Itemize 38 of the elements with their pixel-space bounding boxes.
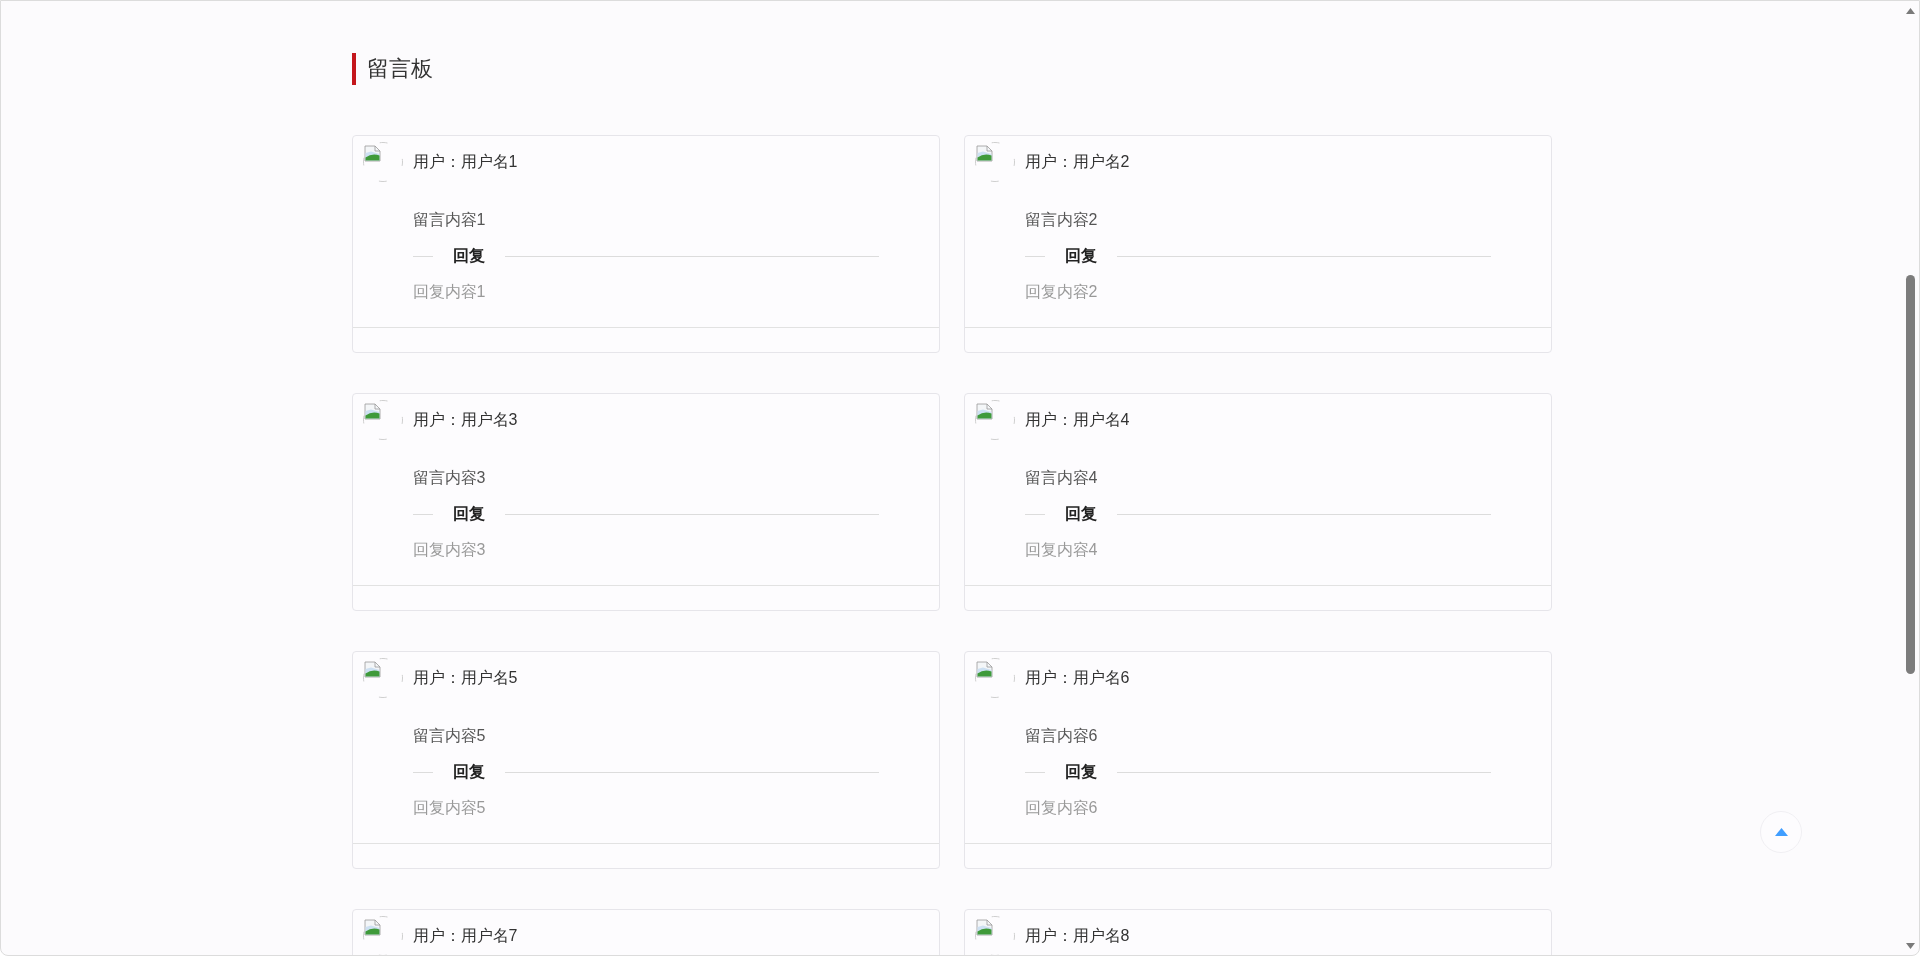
username: 用户：用户名4: [1024, 410, 1130, 430]
reply-text: 回复内容1: [412, 282, 486, 302]
message-text: 留言内容3: [412, 468, 486, 488]
reply-heading: 回复: [1064, 504, 1097, 524]
username: 用户：用户名3: [412, 410, 518, 430]
reply-heading: 回复: [452, 504, 485, 524]
reply-heading: 回复: [1064, 246, 1097, 266]
reply-text: 回复内容3: [412, 540, 486, 560]
message-text: 留言内容5: [412, 726, 486, 746]
username: 用户：用户名2: [1024, 152, 1130, 172]
message-text: 留言内容6: [1024, 726, 1098, 746]
scrollbar-thumb[interactable]: [1906, 275, 1915, 674]
caret-up-icon: [1774, 828, 1788, 836]
reply-heading: 回复: [452, 246, 485, 266]
scroll-up-arrow-icon[interactable]: [1906, 8, 1915, 14]
username: 用户：用户名5: [412, 668, 518, 688]
username: 用户：用户名7: [412, 926, 518, 946]
username: 用户：用户名1: [412, 152, 518, 172]
message-text: 留言内容1: [412, 210, 486, 230]
username: 用户：用户名6: [1024, 668, 1130, 688]
reply-text: 回复内容6: [1024, 798, 1098, 818]
broken-image-icon: [362, 658, 403, 698]
reply-heading: 回复: [1064, 762, 1097, 782]
reply-text: 回复内容5: [412, 798, 486, 818]
message-text: 留言内容2: [1024, 210, 1098, 230]
broken-image-icon: [362, 142, 403, 182]
reply-text: 回复内容2: [1024, 282, 1098, 302]
section-title: 留言板: [351, 53, 435, 85]
back-to-top-button[interactable]: [1760, 811, 1802, 853]
broken-image-icon: [974, 658, 1015, 698]
scroll-down-arrow-icon[interactable]: [1906, 943, 1915, 949]
broken-image-icon: [362, 400, 403, 440]
username: 用户：用户名8: [1024, 926, 1130, 946]
message-text: 留言内容4: [1024, 468, 1098, 488]
reply-text: 回复内容4: [1024, 540, 1098, 560]
reply-heading: 回复: [452, 762, 485, 782]
broken-image-icon: [974, 142, 1015, 182]
broken-image-icon: [974, 400, 1015, 440]
